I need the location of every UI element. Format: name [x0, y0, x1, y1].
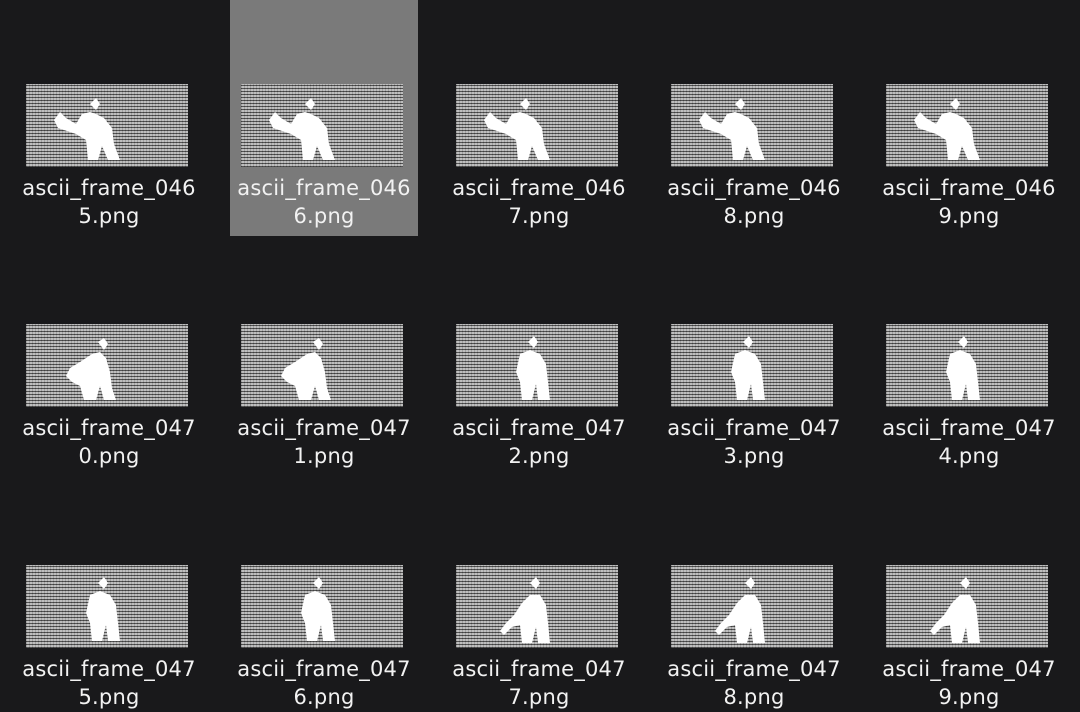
file-name-line-2: 6.png	[293, 685, 355, 709]
thumbnail-figure	[500, 577, 550, 643]
file-item[interactable]: ascii_frame_047 8.png	[660, 481, 848, 712]
thumbnail-figure	[516, 336, 550, 400]
file-item[interactable]: ascii_frame_047 1.png	[230, 240, 418, 476]
file-name-label: ascii_frame_047 0.png	[15, 414, 203, 470]
file-name-line-1: ascii_frame_047	[22, 416, 196, 440]
thumbnail-figure	[930, 577, 980, 643]
file-name-line-2: 8.png	[723, 685, 785, 709]
file-item[interactable]: ascii_frame_046 9.png	[875, 0, 1063, 236]
thumbnail-figure	[66, 338, 116, 400]
file-name-line-1: ascii_frame_047	[667, 657, 841, 681]
file-name-label: ascii_frame_047 5.png	[15, 655, 203, 711]
file-name-line-2: 7.png	[508, 204, 570, 228]
file-item[interactable]: ascii_frame_047 9.png	[875, 481, 1063, 712]
file-item[interactable]: ascii_frame_046 7.png	[445, 0, 633, 236]
thumbnail-figure	[301, 577, 335, 641]
thumbnail-figure	[946, 336, 980, 400]
file-name-line-1: ascii_frame_047	[237, 657, 411, 681]
thumbnail-figure	[914, 98, 980, 160]
file-thumbnail	[671, 324, 833, 407]
file-item[interactable]: ascii_frame_047 7.png	[445, 481, 633, 712]
file-thumbnail	[456, 324, 618, 407]
file-thumbnail	[26, 84, 188, 167]
file-item[interactable]: ascii_frame_047 0.png	[15, 240, 203, 476]
thumbnail-figure	[484, 98, 550, 160]
file-name-line-2: 4.png	[938, 444, 1000, 468]
file-name-line-1: ascii_frame_046	[667, 176, 841, 200]
file-name-label: ascii_frame_047 8.png	[660, 655, 848, 711]
file-name-line-1: ascii_frame_047	[882, 657, 1056, 681]
thumbnail-figure	[699, 98, 765, 160]
thumbnail-figure	[54, 98, 120, 160]
thumbnail-figure	[86, 577, 120, 641]
thumbnail-figure	[731, 336, 765, 400]
file-name-line-2: 2.png	[508, 444, 570, 468]
file-item[interactable]: ascii_frame_046 5.png	[15, 0, 203, 236]
file-item[interactable]: ascii_frame_047 4.png	[875, 240, 1063, 476]
file-thumbnail	[671, 565, 833, 648]
file-item[interactable]: ascii_frame_047 5.png	[15, 481, 203, 712]
file-name-line-1: ascii_frame_047	[882, 416, 1056, 440]
file-name-label: ascii_frame_047 1.png	[230, 414, 418, 470]
file-name-label: ascii_frame_046 9.png	[875, 174, 1063, 230]
file-thumbnail	[886, 565, 1048, 648]
file-name-line-1: ascii_frame_046	[237, 176, 411, 200]
file-thumbnail	[241, 84, 403, 167]
file-item[interactable]: ascii_frame_047 6.png	[230, 481, 418, 712]
file-thumbnail	[241, 324, 403, 407]
file-thumbnail	[456, 84, 618, 167]
file-item[interactable]: ascii_frame_046 8.png	[660, 0, 848, 236]
file-thumbnail	[456, 565, 618, 648]
file-item[interactable]: ascii_frame_047 2.png	[445, 240, 633, 476]
file-name-line-2: 9.png	[938, 204, 1000, 228]
file-grid-view: ascii_frame_046 5.png ascii_frame_046 6.png…	[0, 0, 1080, 712]
file-name-line-1: ascii_frame_046	[452, 176, 626, 200]
file-name-line-2: 5.png	[78, 685, 140, 709]
file-name-line-2: 7.png	[508, 685, 570, 709]
thumbnail-figure	[281, 338, 331, 400]
file-name-label: ascii_frame_047 4.png	[875, 414, 1063, 470]
file-name-label: ascii_frame_047 2.png	[445, 414, 633, 470]
file-name-label: ascii_frame_046 6.png	[230, 174, 418, 230]
file-name-line-2: 8.png	[723, 204, 785, 228]
file-name-line-2: 5.png	[78, 204, 140, 228]
file-item[interactable]: ascii_frame_047 3.png	[660, 240, 848, 476]
file-name-line-1: ascii_frame_047	[452, 657, 626, 681]
file-thumbnail	[241, 565, 403, 648]
file-name-line-2: 3.png	[723, 444, 785, 468]
thumbnail-figure	[715, 577, 765, 643]
file-name-line-2: 6.png	[293, 204, 355, 228]
file-name-line-1: ascii_frame_047	[667, 416, 841, 440]
thumbnail-figure	[269, 98, 335, 160]
file-name-line-1: ascii_frame_047	[237, 416, 411, 440]
file-name-line-1: ascii_frame_046	[882, 176, 1056, 200]
file-name-label: ascii_frame_046 8.png	[660, 174, 848, 230]
file-name-label: ascii_frame_047 3.png	[660, 414, 848, 470]
file-item[interactable]: ascii_frame_046 6.png	[230, 0, 418, 236]
file-name-line-2: 9.png	[938, 685, 1000, 709]
file-thumbnail	[26, 324, 188, 407]
file-name-label: ascii_frame_047 7.png	[445, 655, 633, 711]
file-name-line-1: ascii_frame_047	[452, 416, 626, 440]
file-name-line-2: 0.png	[78, 444, 140, 468]
file-name-line-1: ascii_frame_046	[22, 176, 196, 200]
file-name-line-1: ascii_frame_047	[22, 657, 196, 681]
file-thumbnail	[26, 565, 188, 648]
file-thumbnail	[671, 84, 833, 167]
file-name-label: ascii_frame_047 9.png	[875, 655, 1063, 711]
file-name-label: ascii_frame_047 6.png	[230, 655, 418, 711]
file-thumbnail	[886, 324, 1048, 407]
file-name-label: ascii_frame_046 5.png	[15, 174, 203, 230]
file-name-label: ascii_frame_046 7.png	[445, 174, 633, 230]
file-thumbnail	[886, 84, 1048, 167]
file-name-line-2: 1.png	[293, 444, 355, 468]
